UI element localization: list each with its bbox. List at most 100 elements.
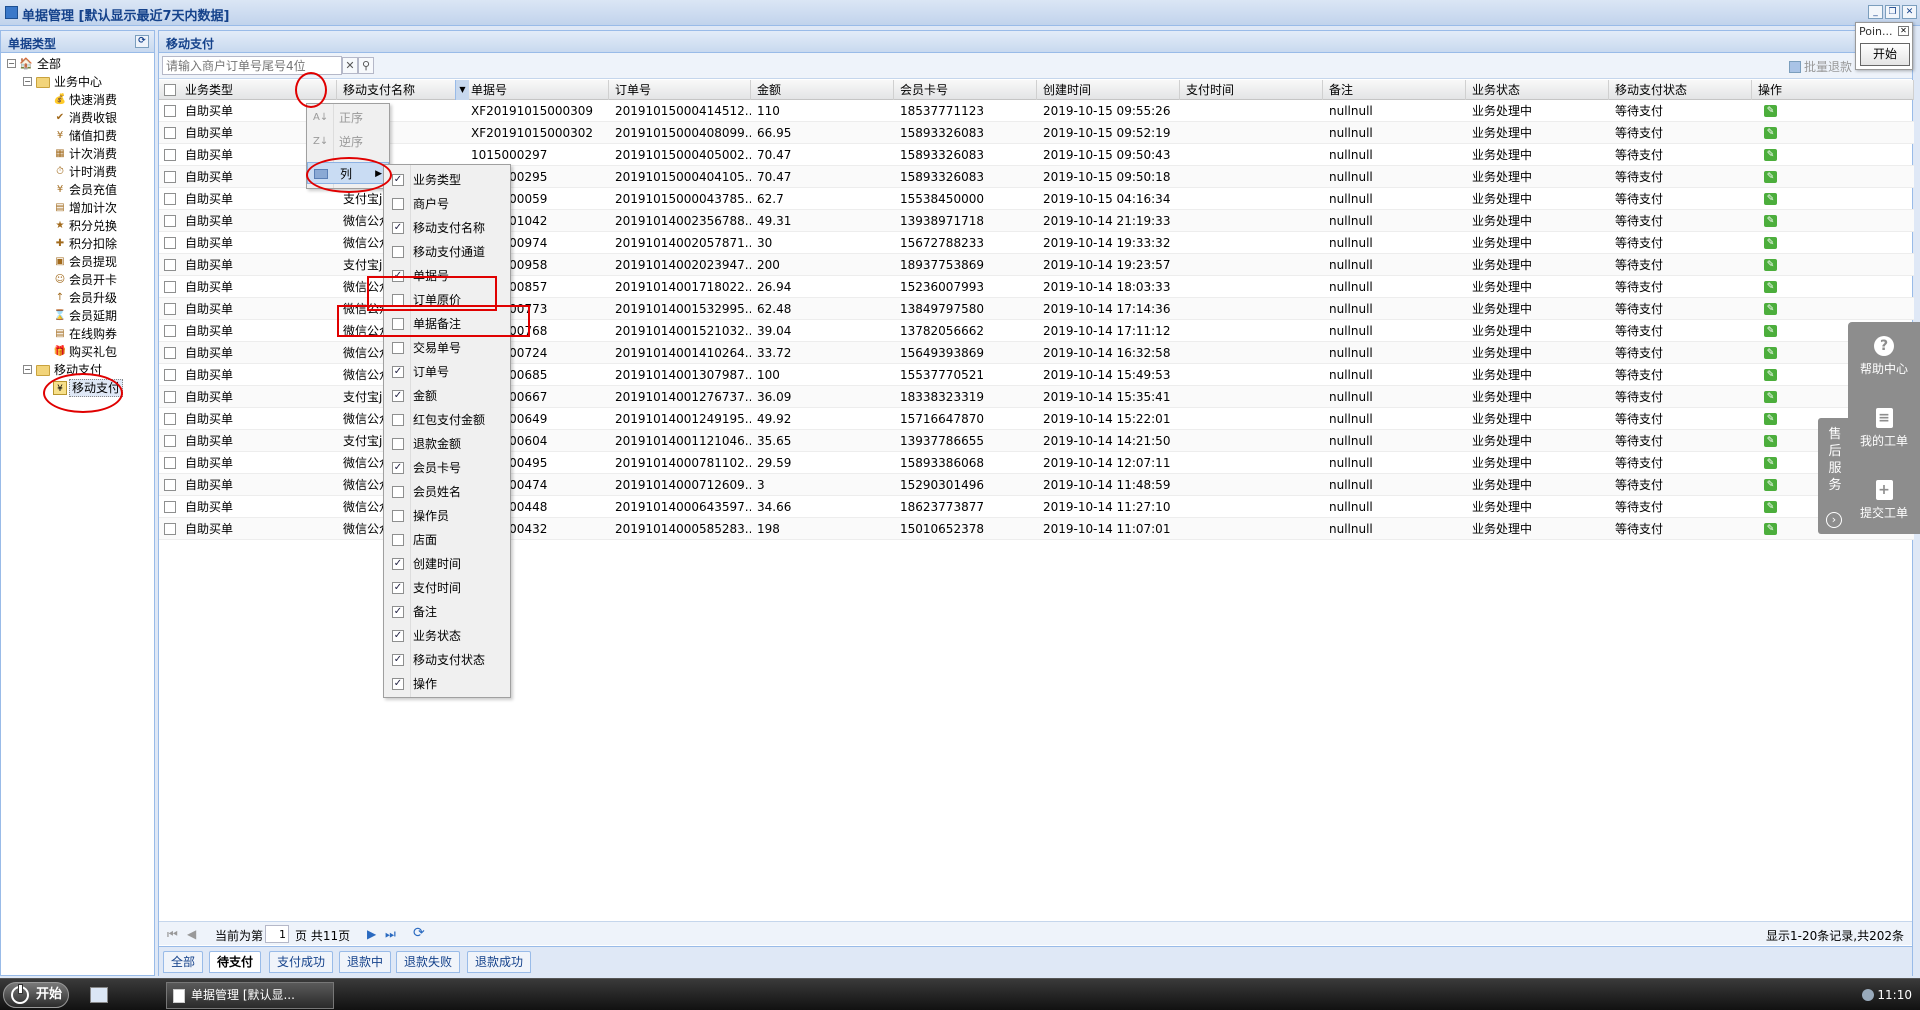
- column-header[interactable]: 操作: [1754, 80, 1914, 100]
- help-center-button[interactable]: ? 帮助中心: [1848, 336, 1920, 377]
- column-toggle-item[interactable]: 移动支付通道: [384, 240, 510, 264]
- edit-action-icon[interactable]: ✎: [1764, 171, 1777, 183]
- column-toggle-item[interactable]: ✓ 业务状态: [384, 624, 510, 648]
- column-header[interactable]: 业务状态: [1468, 80, 1609, 100]
- column-header[interactable]: 订单号: [611, 80, 751, 100]
- unchecked-checkbox-icon[interactable]: [392, 342, 404, 354]
- column-toggle-item[interactable]: 红包支付金额: [384, 408, 510, 432]
- edit-action-icon[interactable]: ✎: [1764, 215, 1777, 227]
- tree-node-item[interactable]: 💰 快速消费: [1, 91, 154, 109]
- last-page-icon[interactable]: ⏭: [385, 927, 396, 942]
- edit-action-icon[interactable]: ✎: [1764, 523, 1777, 535]
- refresh-icon[interactable]: ⟳: [413, 925, 425, 941]
- checked-checkbox-icon[interactable]: ✓: [392, 366, 404, 378]
- column-toggle-item[interactable]: ✓ 操作: [384, 672, 510, 696]
- column-toggle-item[interactable]: ✓ 移动支付名称: [384, 216, 510, 240]
- tree-node-item[interactable]: ★ 积分兑换: [1, 217, 154, 235]
- checked-checkbox-icon[interactable]: ✓: [392, 678, 404, 690]
- checked-checkbox-icon[interactable]: ✓: [392, 582, 404, 594]
- checked-checkbox-icon[interactable]: ✓: [392, 606, 404, 618]
- my-tickets-button[interactable]: ≡ 我的工单: [1848, 408, 1920, 449]
- row-checkbox[interactable]: [164, 149, 176, 161]
- column-toggle-item[interactable]: ✓ 支付时间: [384, 576, 510, 600]
- checked-checkbox-icon[interactable]: ✓: [392, 558, 404, 570]
- row-checkbox[interactable]: [164, 193, 176, 205]
- close-icon[interactable]: ✕: [1898, 26, 1909, 36]
- column-header[interactable]: 会员卡号: [896, 80, 1037, 100]
- tree-node-item[interactable]: ✚ 积分扣除: [1, 235, 154, 253]
- arrow-right-icon[interactable]: ›: [1826, 512, 1842, 528]
- row-checkbox[interactable]: [164, 413, 176, 425]
- column-toggle-item[interactable]: 商户号: [384, 192, 510, 216]
- minimize-button[interactable]: _: [1868, 5, 1883, 19]
- column-toggle-item[interactable]: ✓ 会员卡号: [384, 456, 510, 480]
- edit-action-icon[interactable]: ✎: [1764, 149, 1777, 161]
- edit-action-icon[interactable]: ✎: [1764, 105, 1777, 117]
- status-tab[interactable]: 待支付: [209, 951, 262, 973]
- column-toggle-item[interactable]: 交易单号: [384, 336, 510, 360]
- status-tab[interactable]: 支付成功: [269, 951, 334, 973]
- select-all-checkbox[interactable]: [164, 84, 176, 96]
- row-checkbox[interactable]: [164, 281, 176, 293]
- edit-action-icon[interactable]: ✎: [1764, 369, 1777, 381]
- tree-node-item[interactable]: ↑ 会员升级: [1, 289, 154, 307]
- unchecked-checkbox-icon[interactable]: [392, 534, 404, 546]
- column-header[interactable]: 移动支付状态: [1611, 80, 1752, 100]
- unchecked-checkbox-icon[interactable]: [392, 414, 404, 426]
- unchecked-checkbox-icon[interactable]: [392, 246, 404, 258]
- collapse-icon[interactable]: −: [23, 77, 32, 86]
- sort-descending-item[interactable]: Z↓ 逆序: [307, 131, 389, 153]
- column-toggle-item[interactable]: ✓ 备注: [384, 600, 510, 624]
- tree-node-item[interactable]: ⏱ 计时消费: [1, 163, 154, 181]
- checked-checkbox-icon[interactable]: ✓: [392, 654, 404, 666]
- row-checkbox[interactable]: [164, 237, 176, 249]
- start-button[interactable]: 开始: [3, 982, 69, 1008]
- edit-action-icon[interactable]: ✎: [1764, 281, 1777, 293]
- column-toggle-item[interactable]: ✓ 移动支付状态: [384, 648, 510, 672]
- tree-node-item[interactable]: ▤ 在线购券: [1, 325, 154, 343]
- column-toggle-item[interactable]: 操作员: [384, 504, 510, 528]
- status-tab[interactable]: 退款失败: [396, 951, 461, 973]
- edit-action-icon[interactable]: ✎: [1764, 237, 1777, 249]
- checked-checkbox-icon[interactable]: ✓: [392, 222, 404, 234]
- tree-node-item[interactable]: ¥ 会员充值: [1, 181, 154, 199]
- row-checkbox[interactable]: [164, 457, 176, 469]
- tree-node-item[interactable]: ⌛ 会员延期: [1, 307, 154, 325]
- column-toggle-item[interactable]: 会员姓名: [384, 480, 510, 504]
- tree-node-item[interactable]: ▣ 会员提现: [1, 253, 154, 271]
- close-button[interactable]: ✕: [1902, 5, 1917, 19]
- checked-checkbox-icon[interactable]: ✓: [392, 390, 404, 402]
- row-checkbox[interactable]: [164, 523, 176, 535]
- row-checkbox[interactable]: [164, 347, 176, 359]
- point-start-button[interactable]: 开始: [1860, 43, 1910, 66]
- refresh-icon[interactable]: ⟳: [135, 35, 149, 48]
- column-header[interactable]: 金额: [753, 80, 894, 100]
- clear-icon[interactable]: ✕: [342, 57, 358, 74]
- checked-checkbox-icon[interactable]: ✓: [392, 174, 404, 186]
- edit-action-icon[interactable]: ✎: [1764, 501, 1777, 513]
- taskbar-window-item[interactable]: 单据管理 [默认显...: [166, 982, 334, 1009]
- column-toggle-item[interactable]: ✓ 创建时间: [384, 552, 510, 576]
- edit-action-icon[interactable]: ✎: [1764, 391, 1777, 403]
- column-header[interactable]: 备注: [1325, 80, 1466, 100]
- row-checkbox[interactable]: [164, 259, 176, 271]
- unchecked-checkbox-icon[interactable]: [392, 486, 404, 498]
- row-checkbox[interactable]: [164, 127, 176, 139]
- status-tab[interactable]: 退款成功: [467, 951, 532, 973]
- tree-node-root[interactable]: − 🏠 全部: [1, 55, 154, 73]
- row-checkbox[interactable]: [164, 435, 176, 447]
- row-checkbox[interactable]: [164, 391, 176, 403]
- tree-node-item[interactable]: ▦ 计次消费: [1, 145, 154, 163]
- edit-action-icon[interactable]: ✎: [1764, 303, 1777, 315]
- row-checkbox[interactable]: [164, 303, 176, 315]
- collapse-icon[interactable]: −: [7, 59, 16, 68]
- table-row[interactable]: 自助买单支付XF20191015000309201910150004145​12…: [159, 100, 1914, 122]
- quick-launch-icon[interactable]: [90, 987, 108, 1003]
- unchecked-checkbox-icon[interactable]: [392, 510, 404, 522]
- prev-page-icon[interactable]: ◀: [187, 927, 196, 941]
- column-dropdown-icon[interactable]: ▼: [455, 80, 469, 100]
- row-checkbox[interactable]: [164, 325, 176, 337]
- search-icon[interactable]: ⚲: [358, 57, 374, 74]
- column-toggle-item[interactable]: 店面: [384, 528, 510, 552]
- row-checkbox[interactable]: [164, 369, 176, 381]
